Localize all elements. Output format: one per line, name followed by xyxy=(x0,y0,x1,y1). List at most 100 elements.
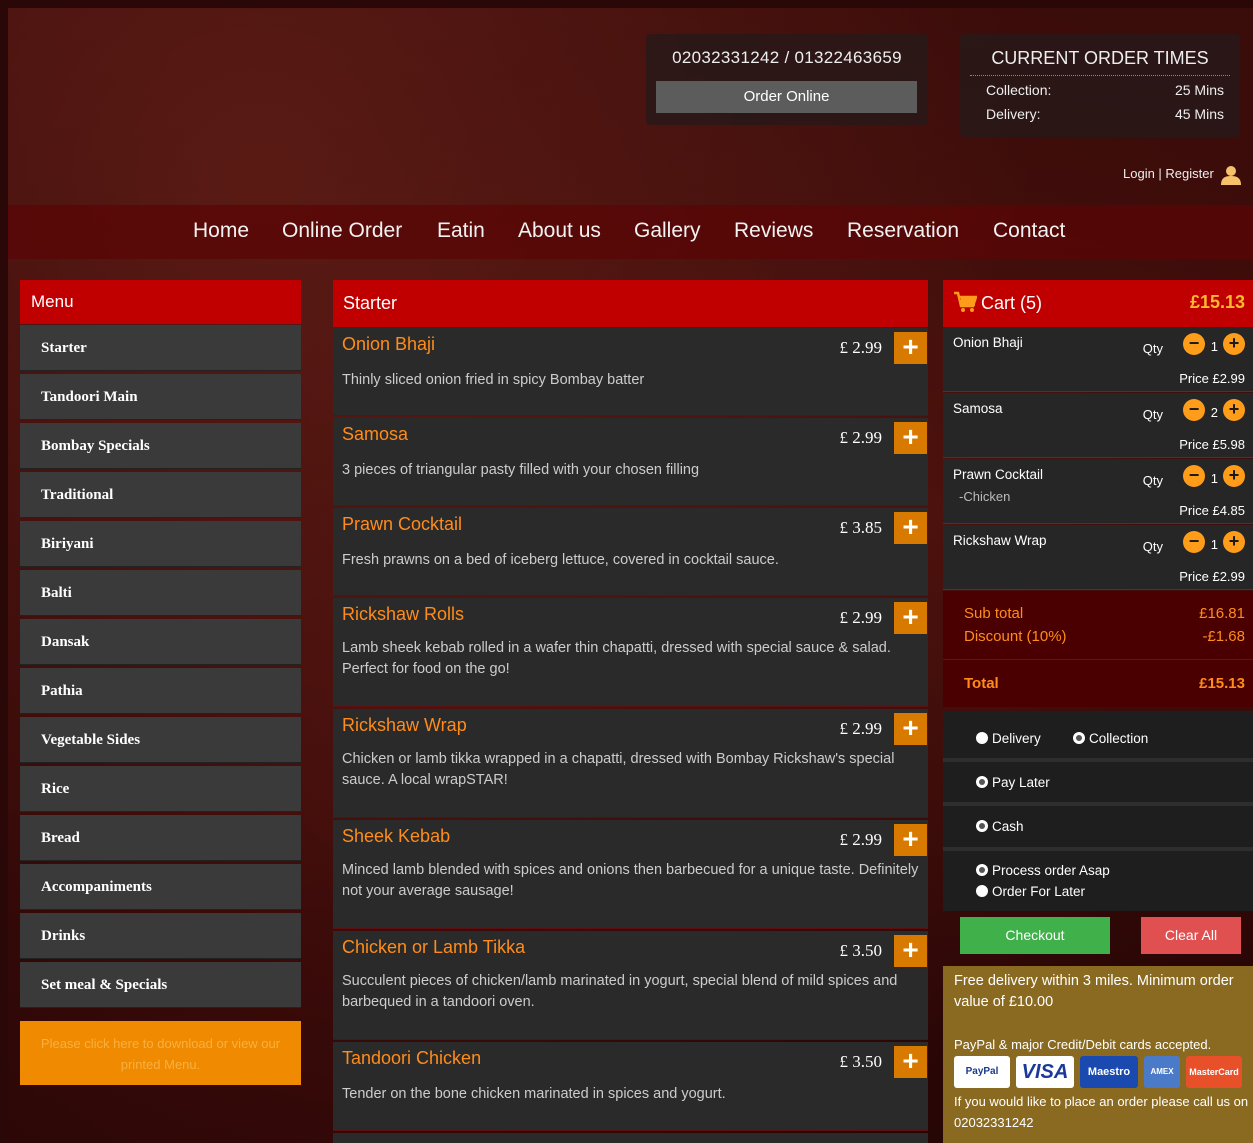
order-later-radio[interactable]: Order For Later xyxy=(976,884,1085,899)
dish-description: Lamb sheek kebab rolled in a wafer thin … xyxy=(342,640,891,677)
plus-icon: + xyxy=(902,712,919,743)
decrease-qty-button[interactable]: − xyxy=(1183,465,1205,487)
nav-about-us[interactable]: About us xyxy=(518,219,601,243)
section-title: Starter xyxy=(333,280,928,327)
decrease-qty-button[interactable]: − xyxy=(1183,531,1205,553)
order-later-label: Order For Later xyxy=(992,884,1086,899)
qty-label: Qty xyxy=(1142,407,1163,422)
radio-selected-icon xyxy=(1073,732,1085,744)
menu-item-dansak[interactable]: Dansak xyxy=(20,619,301,665)
dish-item: Rickshaw Wrap £ 2.99 + Chicken or lamb t… xyxy=(333,709,928,818)
pay-later-label: Pay Later xyxy=(992,775,1050,790)
radio-selected-icon xyxy=(976,776,988,788)
decrease-qty-button[interactable]: − xyxy=(1183,333,1205,355)
dish-item: Tandoori Chicken £ 3.50 + Tender on the … xyxy=(333,1042,928,1131)
menu-item-vegetable-sides[interactable]: Vegetable Sides xyxy=(20,717,301,763)
checkout-button[interactable]: Checkout xyxy=(960,917,1110,954)
dish-description: Minced lamb blended with spices and onio… xyxy=(342,862,919,899)
collection-radio[interactable]: Collection xyxy=(1073,731,1148,746)
radio-icon xyxy=(976,732,988,744)
dish-price: £ 2.99 xyxy=(839,830,883,849)
cart-title: Cart (5) xyxy=(981,293,1043,313)
cart-item-price: Price £2.99 xyxy=(1179,569,1245,584)
menu-item-biriyani[interactable]: Biriyani xyxy=(20,521,301,567)
order-times-box: CURRENT ORDER TIMES Collection: 25 Mins … xyxy=(960,34,1240,137)
menu-item-tandoori-main[interactable]: Tandoori Main xyxy=(20,374,301,420)
menu-item-bread[interactable]: Bread xyxy=(20,815,301,861)
menu-item-bombay-specials[interactable]: Bombay Specials xyxy=(20,423,301,469)
nav-reviews[interactable]: Reviews xyxy=(734,219,813,243)
cart-header: Cart (5) £15.13 xyxy=(943,280,1253,327)
add-to-cart-button[interactable]: + xyxy=(894,713,927,745)
divider xyxy=(943,847,1253,851)
menu-item-drinks[interactable]: Drinks xyxy=(20,913,301,959)
nav-eatin[interactable]: Eatin xyxy=(437,219,485,243)
radio-icon xyxy=(976,885,988,897)
nav-reservation[interactable]: Reservation xyxy=(847,219,959,243)
radio-selected-icon xyxy=(976,864,988,876)
menu-item-rice[interactable]: Rice xyxy=(20,766,301,812)
phone-box: 02032331242 / 01322463659 Order Online xyxy=(646,34,928,125)
dish-name: Rickshaw Wrap xyxy=(342,715,467,735)
total-label: Total xyxy=(964,675,999,692)
add-to-cart-button[interactable]: + xyxy=(894,332,927,364)
increase-qty-button[interactable]: + xyxy=(1223,531,1245,553)
qty-label: Qty xyxy=(1142,341,1163,356)
menu-item-accompaniments[interactable]: Accompaniments xyxy=(20,864,301,910)
cart-item: Onion Bhaji Qty − 1 + Price £2.99 xyxy=(943,327,1253,392)
cash-radio[interactable]: Cash xyxy=(976,819,1024,834)
free-delivery-note: Free delivery within 3 miles. Minimum or… xyxy=(954,973,1234,1010)
cart-totals: Sub total £16.81 Discount (10%) -£1.68 T… xyxy=(943,591,1253,707)
cart-item-name: Samosa xyxy=(953,401,1003,416)
add-to-cart-button[interactable]: + xyxy=(894,1046,927,1078)
menu-item-starter[interactable]: Starter xyxy=(20,325,301,371)
add-to-cart-button[interactable]: + xyxy=(894,422,927,454)
menu-title: Menu xyxy=(20,280,301,324)
menu-item-traditional[interactable]: Traditional xyxy=(20,472,301,518)
increase-qty-button[interactable]: + xyxy=(1223,333,1245,355)
login-register-link[interactable]: Login | Register xyxy=(1123,166,1214,181)
dish-name: Onion Bhaji xyxy=(342,334,436,354)
dish-item-partial xyxy=(333,1133,928,1143)
add-to-cart-button[interactable]: + xyxy=(894,935,927,967)
total-row: Total £15.13 xyxy=(964,675,1245,692)
dish-item: Rickshaw Rolls £ 2.99 + Lamb sheek kebab… xyxy=(333,598,928,707)
mastercard-logo: MasterCard xyxy=(1186,1056,1242,1088)
delivery-radio[interactable]: Delivery xyxy=(976,731,1041,746)
nav-home[interactable]: Home xyxy=(193,219,249,243)
cart-icon xyxy=(954,291,977,312)
clear-all-button[interactable]: Clear All xyxy=(1141,917,1241,954)
order-online-button[interactable]: Order Online xyxy=(656,81,917,113)
process-asap-label: Process order Asap xyxy=(992,863,1110,878)
menu-item-balti[interactable]: Balti xyxy=(20,570,301,616)
divider xyxy=(943,659,1253,660)
qty-label: Qty xyxy=(1142,539,1163,554)
nav-online-order[interactable]: Online Order xyxy=(282,219,402,243)
dish-price: £ 2.99 xyxy=(839,428,883,447)
subtotal-row: Sub total £16.81 xyxy=(964,605,1245,622)
add-to-cart-button[interactable]: + xyxy=(894,512,927,544)
qty-value: 1 xyxy=(1210,471,1218,486)
user-icon[interactable] xyxy=(1220,164,1242,186)
qty-label: Qty xyxy=(1142,473,1163,488)
download-menu-link[interactable]: Please click here to download or view ou… xyxy=(20,1021,301,1085)
increase-qty-button[interactable]: + xyxy=(1223,465,1245,487)
increase-qty-button[interactable]: + xyxy=(1223,399,1245,421)
nav-gallery[interactable]: Gallery xyxy=(634,219,701,243)
dish-description: Succulent pieces of chicken/lamb marinat… xyxy=(342,973,898,1010)
add-to-cart-button[interactable]: + xyxy=(894,602,927,634)
nav-contact[interactable]: Contact xyxy=(993,219,1065,243)
decrease-qty-button[interactable]: − xyxy=(1183,399,1205,421)
dish-price: £ 3.50 xyxy=(839,1052,883,1071)
cart-item: Prawn Cocktail -Chicken Qty − 1 + Price … xyxy=(943,459,1253,524)
menu-item-set-meal-specials[interactable]: Set meal & Specials xyxy=(20,962,301,1008)
collection-time-row: Collection: 25 Mins xyxy=(986,82,1224,98)
menu-item-pathia[interactable]: Pathia xyxy=(20,668,301,714)
pay-later-radio[interactable]: Pay Later xyxy=(976,775,1050,790)
plus-icon: + xyxy=(902,823,919,854)
cart-item-price: Price £2.99 xyxy=(1179,371,1245,386)
total-value: £15.13 xyxy=(1199,675,1245,692)
cart-item-price: Price £4.85 xyxy=(1179,503,1245,518)
add-to-cart-button[interactable]: + xyxy=(894,824,927,856)
process-asap-radio[interactable]: Process order Asap xyxy=(976,863,1110,878)
